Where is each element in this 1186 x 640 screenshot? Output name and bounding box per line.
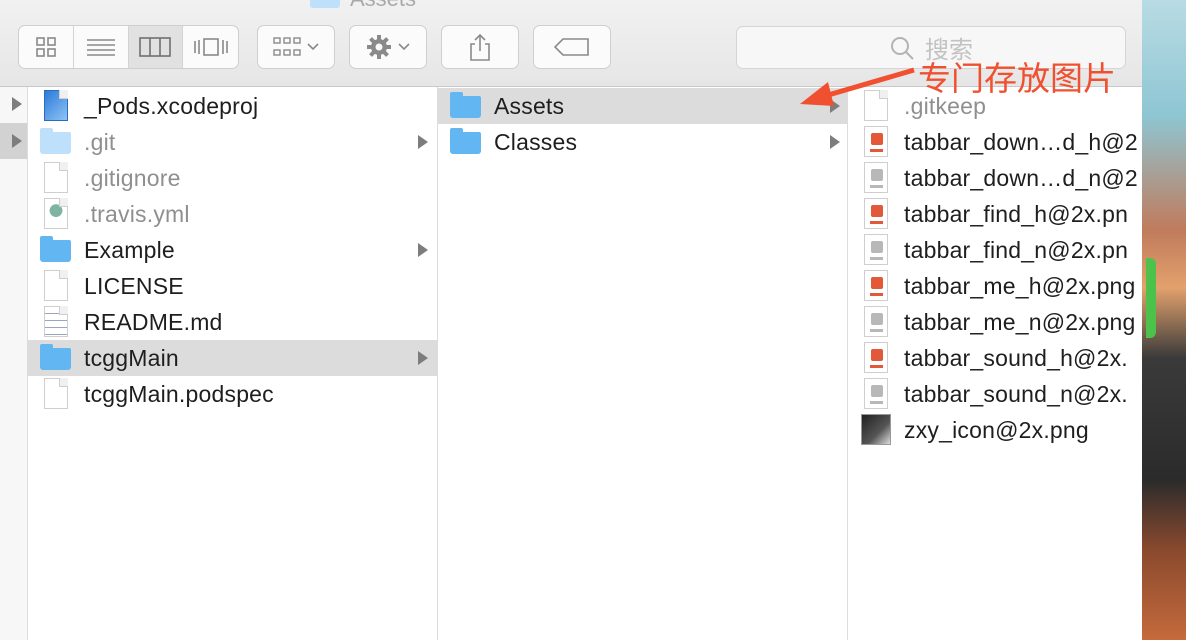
title-folder-icon bbox=[310, 0, 340, 8]
columns-icon bbox=[139, 37, 172, 57]
arrange-button[interactable] bbox=[257, 25, 335, 69]
file-row[interactable]: README.md bbox=[28, 304, 437, 340]
image-icon bbox=[860, 162, 892, 194]
file-row[interactable]: tabbar_sound_h@2x. bbox=[848, 340, 1142, 376]
photo-icon bbox=[860, 414, 892, 446]
folder-icon bbox=[450, 126, 482, 158]
grid-icon bbox=[36, 37, 56, 57]
arrange-grid-icon bbox=[273, 37, 301, 56]
file-name: tabbar_sound_n@2x. bbox=[904, 380, 1128, 407]
icon-view-button[interactable] bbox=[19, 26, 74, 68]
parent-selected-row[interactable] bbox=[0, 123, 27, 159]
chevron-down-icon bbox=[307, 43, 319, 51]
file-name: README.md bbox=[84, 308, 223, 335]
column-view-button[interactable] bbox=[128, 26, 184, 68]
yml-icon bbox=[40, 198, 72, 230]
image-icon bbox=[860, 378, 892, 410]
file-row[interactable]: zxy_icon@2x.png bbox=[848, 412, 1142, 448]
file-row[interactable]: tabbar_find_h@2x.pn bbox=[848, 196, 1142, 232]
file-icon bbox=[40, 378, 72, 410]
file-name: .travis.yml bbox=[84, 200, 190, 227]
image-icon bbox=[860, 126, 892, 158]
disclosure-arrow-icon[interactable] bbox=[418, 351, 428, 365]
file-row[interactable]: Assets bbox=[438, 88, 847, 124]
file-name: tabbar_find_h@2x.pn bbox=[904, 200, 1129, 227]
window-title: Assets bbox=[310, 0, 416, 12]
share-icon bbox=[470, 33, 490, 61]
file-row[interactable]: tabbar_find_n@2x.pn bbox=[848, 232, 1142, 268]
annotation-arrow-icon bbox=[800, 67, 915, 106]
parent-column bbox=[0, 87, 28, 640]
disclosure-arrow-icon[interactable] bbox=[830, 135, 840, 149]
file-row[interactable]: Example bbox=[28, 232, 437, 268]
tag-icon bbox=[554, 38, 589, 56]
file-name: Assets bbox=[494, 92, 565, 119]
desktop-green-tab bbox=[1146, 258, 1156, 338]
folder-icon bbox=[40, 126, 72, 158]
image-icon bbox=[860, 342, 892, 374]
file-name: tabbar_down…d_n@2 bbox=[904, 164, 1138, 191]
disclosure-arrow-icon[interactable] bbox=[418, 135, 428, 149]
list-view-button[interactable] bbox=[74, 26, 129, 68]
annotation-label: 专门存放图片 bbox=[918, 59, 1116, 98]
file-name: .git bbox=[84, 128, 116, 155]
chevron-down-icon bbox=[398, 43, 410, 51]
disclosure-arrow-icon[interactable] bbox=[418, 243, 428, 257]
column-3: .gitkeep tabbar_down…d_h@2 tabbar_down…d_n… bbox=[848, 87, 1142, 640]
file-name: _Pods.xcodeproj bbox=[84, 92, 259, 119]
file-row[interactable]: LICENSE bbox=[28, 268, 437, 304]
image-icon bbox=[860, 306, 892, 338]
folder-icon bbox=[40, 342, 72, 374]
disclosure-arrow-icon[interactable] bbox=[12, 97, 22, 111]
gallery-view-button[interactable] bbox=[183, 26, 238, 68]
file-row[interactable]: _Pods.xcodeproj bbox=[28, 88, 437, 124]
file-row[interactable]: .gitignore bbox=[28, 160, 437, 196]
column-2: Assets Classes bbox=[438, 87, 848, 640]
action-button[interactable] bbox=[349, 25, 427, 69]
image-icon bbox=[860, 270, 892, 302]
folder-icon bbox=[450, 90, 482, 122]
file-row[interactable]: tcggMain.podspec bbox=[28, 376, 437, 412]
file-name: tabbar_sound_h@2x. bbox=[904, 344, 1128, 371]
file-name: Example bbox=[84, 236, 175, 263]
column-browser: _Pods.xcodeproj .git .gitignore .travis.yml… bbox=[0, 87, 1142, 640]
text-file-icon bbox=[40, 306, 72, 338]
file-row[interactable]: tabbar_me_h@2x.png bbox=[848, 268, 1142, 304]
list-icon bbox=[86, 39, 115, 56]
window-title-text: Assets bbox=[350, 0, 416, 12]
file-name: tabbar_me_h@2x.png bbox=[904, 272, 1136, 299]
file-row[interactable]: tabbar_down…d_n@2 bbox=[848, 160, 1142, 196]
gear-icon bbox=[367, 35, 391, 59]
file-row[interactable]: tcggMain bbox=[28, 340, 437, 376]
column-1: _Pods.xcodeproj .git .gitignore .travis.yml… bbox=[28, 87, 438, 640]
file-name: tcggMain bbox=[84, 344, 179, 371]
search-icon bbox=[891, 36, 914, 60]
xcodeproj-icon bbox=[40, 90, 72, 122]
disclosure-arrow-icon[interactable] bbox=[12, 134, 22, 148]
file-row[interactable]: .travis.yml bbox=[28, 196, 437, 232]
file-row[interactable]: Classes bbox=[438, 124, 847, 160]
folder-icon bbox=[40, 234, 72, 266]
file-name: Classes bbox=[494, 128, 578, 155]
file-icon bbox=[40, 162, 72, 194]
cover-flow-icon bbox=[193, 38, 228, 56]
file-name: LICENSE bbox=[84, 272, 184, 299]
file-name: tabbar_down…d_h@2 bbox=[904, 128, 1138, 155]
file-row[interactable]: .git bbox=[28, 124, 437, 160]
image-icon bbox=[860, 234, 892, 266]
file-row[interactable]: tabbar_sound_n@2x. bbox=[848, 376, 1142, 412]
file-name: tabbar_find_n@2x.pn bbox=[904, 236, 1129, 263]
file-icon bbox=[40, 270, 72, 302]
file-row[interactable]: tabbar_down…d_h@2 bbox=[848, 124, 1142, 160]
file-name: tabbar_me_n@2x.png bbox=[904, 308, 1136, 335]
share-button[interactable] bbox=[441, 25, 519, 69]
file-name: zxy_icon@2x.png bbox=[904, 416, 1089, 443]
view-mode-control bbox=[18, 25, 239, 69]
tags-button[interactable] bbox=[533, 25, 611, 69]
image-icon bbox=[860, 198, 892, 230]
file-name: tcggMain.podspec bbox=[84, 380, 274, 407]
file-name: .gitignore bbox=[84, 164, 181, 191]
file-row[interactable]: tabbar_me_n@2x.png bbox=[848, 304, 1142, 340]
